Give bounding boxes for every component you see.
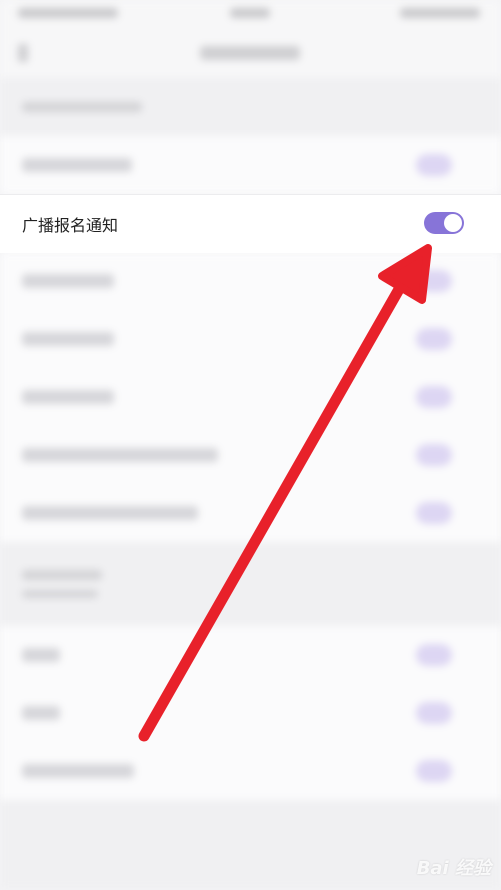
settings-row[interactable] — [0, 252, 501, 310]
settings-row[interactable] — [0, 368, 501, 426]
page-title — [200, 46, 300, 60]
section-header — [0, 542, 501, 626]
watermark: Bai 经验 — [416, 858, 491, 879]
status-bar — [0, 0, 501, 30]
back-icon[interactable] — [18, 44, 28, 62]
toggle-switch-icon[interactable] — [416, 444, 452, 466]
toggle-switch-icon[interactable] — [416, 328, 452, 350]
toggle-switch-icon[interactable] — [416, 644, 452, 666]
toggle-switch-icon[interactable] — [416, 154, 452, 176]
toggle-switch-icon[interactable] — [416, 502, 452, 524]
settings-row[interactable] — [0, 684, 501, 742]
toggle-knob — [444, 214, 462, 232]
broadcast-signup-notification-label: 广播报名通知 — [22, 216, 119, 235]
toggle-switch-icon[interactable] — [416, 270, 452, 292]
blurred-background — [0, 0, 501, 890]
broadcast-signup-notification-row[interactable]: 广播报名通知 — [0, 194, 501, 253]
toggle-switch-icon[interactable] — [416, 386, 452, 408]
settings-row[interactable] — [0, 426, 501, 484]
broadcast-signup-notification-toggle[interactable] — [424, 212, 464, 234]
settings-row[interactable] — [0, 310, 501, 368]
settings-row[interactable] — [0, 136, 501, 194]
toggle-switch-icon[interactable] — [416, 702, 452, 724]
section-header — [0, 78, 501, 136]
toggle-switch-icon[interactable] — [416, 760, 452, 782]
settings-row[interactable] — [0, 742, 501, 800]
settings-row[interactable] — [0, 626, 501, 684]
nav-header — [0, 30, 501, 78]
settings-row[interactable] — [0, 484, 501, 542]
